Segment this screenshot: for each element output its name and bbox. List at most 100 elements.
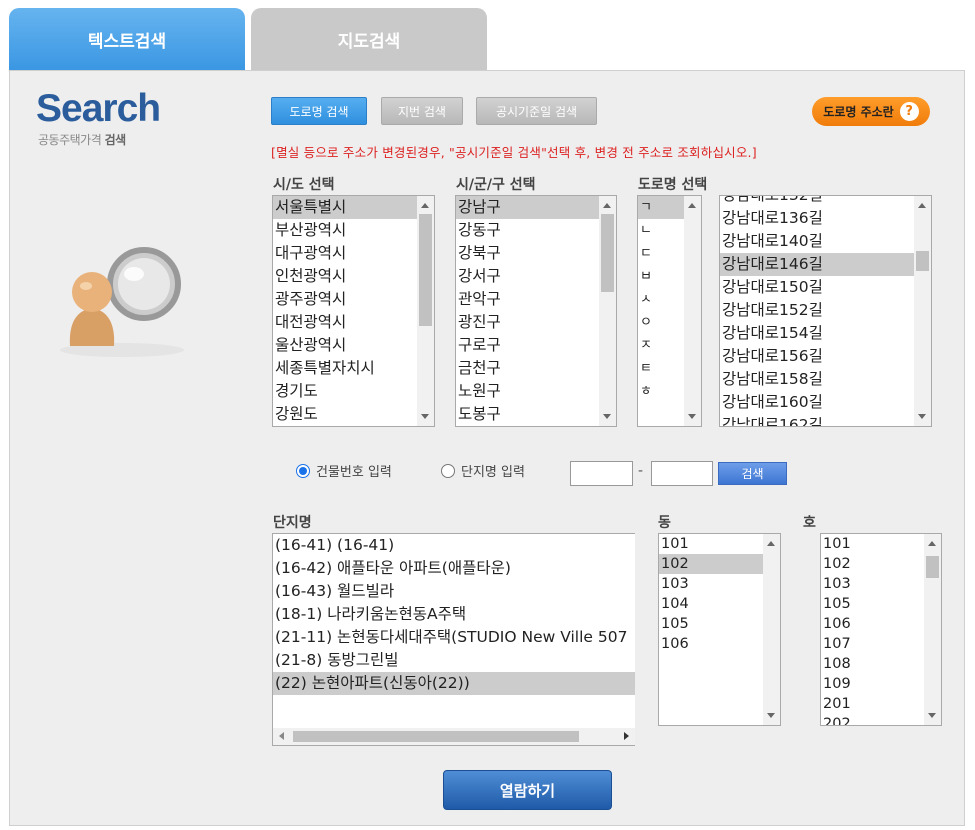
date-search-button[interactable]: 공시기준일 검색	[476, 97, 597, 125]
list-item[interactable]: 101	[659, 534, 763, 554]
list-item[interactable]: 102	[659, 554, 763, 574]
list-item[interactable]: 강남대로158길	[720, 368, 914, 391]
list-item[interactable]: 101	[821, 534, 924, 554]
road-address-guide-button[interactable]: 도로명 주소란?	[812, 97, 930, 126]
list-item[interactable]: 강남대로152길	[720, 299, 914, 322]
list-item[interactable]: 109	[821, 674, 924, 694]
radio-building-number[interactable]: 건물번호 입력	[296, 461, 392, 480]
list-item[interactable]: 울산광역시	[273, 334, 417, 357]
list-item[interactable]: ㅅ	[638, 288, 684, 311]
radio-complex-name[interactable]: 단지명 입력	[441, 461, 525, 480]
sido-list[interactable]: 서울특별시 부산광역시 대구광역시 인천광역시 광주광역시 대전광역시 울산광역시 세종특별자…	[272, 195, 435, 427]
dong-list[interactable]: 101 102 103 104 105 106	[658, 533, 781, 726]
list-item[interactable]: 103	[659, 574, 763, 594]
list-item[interactable]: 108	[821, 654, 924, 674]
list-item[interactable]: ㅈ	[638, 334, 684, 357]
list-item[interactable]: 103	[821, 574, 924, 594]
list-item[interactable]: 도봉구	[456, 403, 599, 426]
list-item[interactable]: (16-43) 월드빌라	[273, 580, 635, 603]
list-item[interactable]: 강동구	[456, 219, 599, 242]
list-item[interactable]: 강서구	[456, 265, 599, 288]
list-item[interactable]: 강남대로154길	[720, 322, 914, 345]
scrollbar[interactable]	[914, 196, 931, 426]
guide-label: 도로명 주소란	[823, 105, 894, 119]
logo-subtitle: 공동주택가격 검색	[38, 131, 126, 148]
list-item[interactable]: 106	[659, 634, 763, 654]
list-item[interactable]: (18-1) 나라키움논현동A주택	[273, 603, 635, 626]
scrollbar[interactable]	[684, 196, 701, 426]
list-item[interactable]: 대구광역시	[273, 242, 417, 265]
list-item[interactable]: 강남대로132길	[720, 196, 914, 207]
list-item[interactable]: 강남대로140길	[720, 230, 914, 253]
notice-text: [멸실 등으로 주소가 변경된경우, "공시기준일 검색"선택 후, 변경 전 …	[271, 145, 757, 160]
sigungu-list[interactable]: 강남구 강동구 강북구 강서구 관악구 광진구 구로구 금천구 노원구 도봉구	[455, 195, 617, 427]
list-item[interactable]: (21-11) 논현동다세대주택(STUDIO New Ville 507	[273, 626, 635, 649]
tab-map-search[interactable]: 지도검색	[251, 8, 487, 70]
view-button[interactable]: 열람하기	[443, 770, 612, 810]
list-item[interactable]: 광주광역시	[273, 288, 417, 311]
list-item[interactable]: 강남대로162길	[720, 414, 914, 426]
list-item[interactable]: 강원도	[273, 403, 417, 426]
list-item[interactable]: 광진구	[456, 311, 599, 334]
list-item[interactable]: 강남대로156길	[720, 345, 914, 368]
list-item[interactable]: 노원구	[456, 380, 599, 403]
radio-circle[interactable]	[441, 463, 455, 478]
road-search-button[interactable]: 도로명 검색	[271, 97, 367, 125]
list-item[interactable]: 201	[821, 694, 924, 714]
list-item[interactable]: 세종특별자치시	[273, 357, 417, 380]
list-item[interactable]: 202	[821, 714, 924, 725]
list-item[interactable]: 강남대로146길	[720, 253, 914, 276]
scrollbar[interactable]	[763, 534, 780, 725]
dash-separator: -	[638, 463, 644, 479]
list-item[interactable]: ㅎ	[638, 380, 684, 403]
list-item[interactable]: 104	[659, 594, 763, 614]
list-item[interactable]: 부산광역시	[273, 219, 417, 242]
sub-number-input[interactable]	[651, 461, 713, 486]
complex-list[interactable]: (16-41) (16-41) (16-42) 애플타운 아파트(애플타운) (16…	[272, 533, 635, 746]
list-item[interactable]: 강남구	[456, 196, 599, 219]
scrollbar[interactable]	[417, 196, 434, 426]
ho-list[interactable]: 101 102 103 105 106 107 108 109 201 202	[820, 533, 942, 726]
list-item[interactable]: 서울특별시	[273, 196, 417, 219]
list-item[interactable]: 105	[821, 594, 924, 614]
list-item[interactable]: 106	[821, 614, 924, 634]
scrollbar[interactable]	[599, 196, 616, 426]
list-item[interactable]: (16-41) (16-41)	[273, 534, 635, 557]
list-item[interactable]: 강남대로160길	[720, 391, 914, 414]
radio-building-label: 건물번호 입력	[316, 465, 392, 480]
jibun-search-button[interactable]: 지번 검색	[381, 97, 463, 125]
sigungu-label: 시/군/구 선택	[456, 177, 536, 193]
list-item[interactable]: 인천광역시	[273, 265, 417, 288]
list-item[interactable]: ㄴ	[638, 219, 684, 242]
list-item[interactable]: (16-42) 애플타운 아파트(애플타운)	[273, 557, 635, 580]
list-item[interactable]: 107	[821, 634, 924, 654]
search-button[interactable]: 검색	[718, 462, 787, 485]
main-number-input[interactable]	[570, 461, 633, 486]
list-item[interactable]: (21-8) 동방그린빌	[273, 649, 635, 672]
list-item[interactable]: ㅌ	[638, 357, 684, 380]
list-item[interactable]: 102	[821, 554, 924, 574]
radio-circle-checked[interactable]	[296, 463, 310, 478]
list-item[interactable]: 구로구	[456, 334, 599, 357]
list-item[interactable]: 대전광역시	[273, 311, 417, 334]
list-item[interactable]: ㅇ	[638, 311, 684, 334]
list-item[interactable]: 105	[659, 614, 763, 634]
list-item[interactable]: 관악구	[456, 288, 599, 311]
list-item[interactable]: ㄷ	[638, 242, 684, 265]
list-item[interactable]: 금천구	[456, 357, 599, 380]
list-item[interactable]: 경기도	[273, 380, 417, 403]
list-item[interactable]: 강북구	[456, 242, 599, 265]
list-item[interactable]: (22) 논현아파트(신동아(22))	[273, 672, 635, 695]
horizontal-scrollbar[interactable]	[273, 728, 635, 745]
list-item[interactable]: ㄱ	[638, 196, 684, 219]
user-search-icon	[60, 247, 184, 357]
ho-label: 호	[803, 515, 816, 531]
scrollbar[interactable]	[924, 534, 941, 725]
initial-list[interactable]: ㄱㄴㄷㅂㅅㅇㅈㅌㅎ	[637, 195, 702, 427]
list-item[interactable]: 강남대로150길	[720, 276, 914, 299]
list-item[interactable]: 강남대로136길	[720, 207, 914, 230]
road-list[interactable]: 강남대로132길 강남대로136길 강남대로140길 강남대로146길 강남대로150길…	[719, 195, 932, 427]
tab-text-search[interactable]: 텍스트검색	[9, 8, 245, 70]
list-item[interactable]: ㅂ	[638, 265, 684, 288]
logo-subtitle-plain: 공동주택가격	[38, 133, 102, 147]
